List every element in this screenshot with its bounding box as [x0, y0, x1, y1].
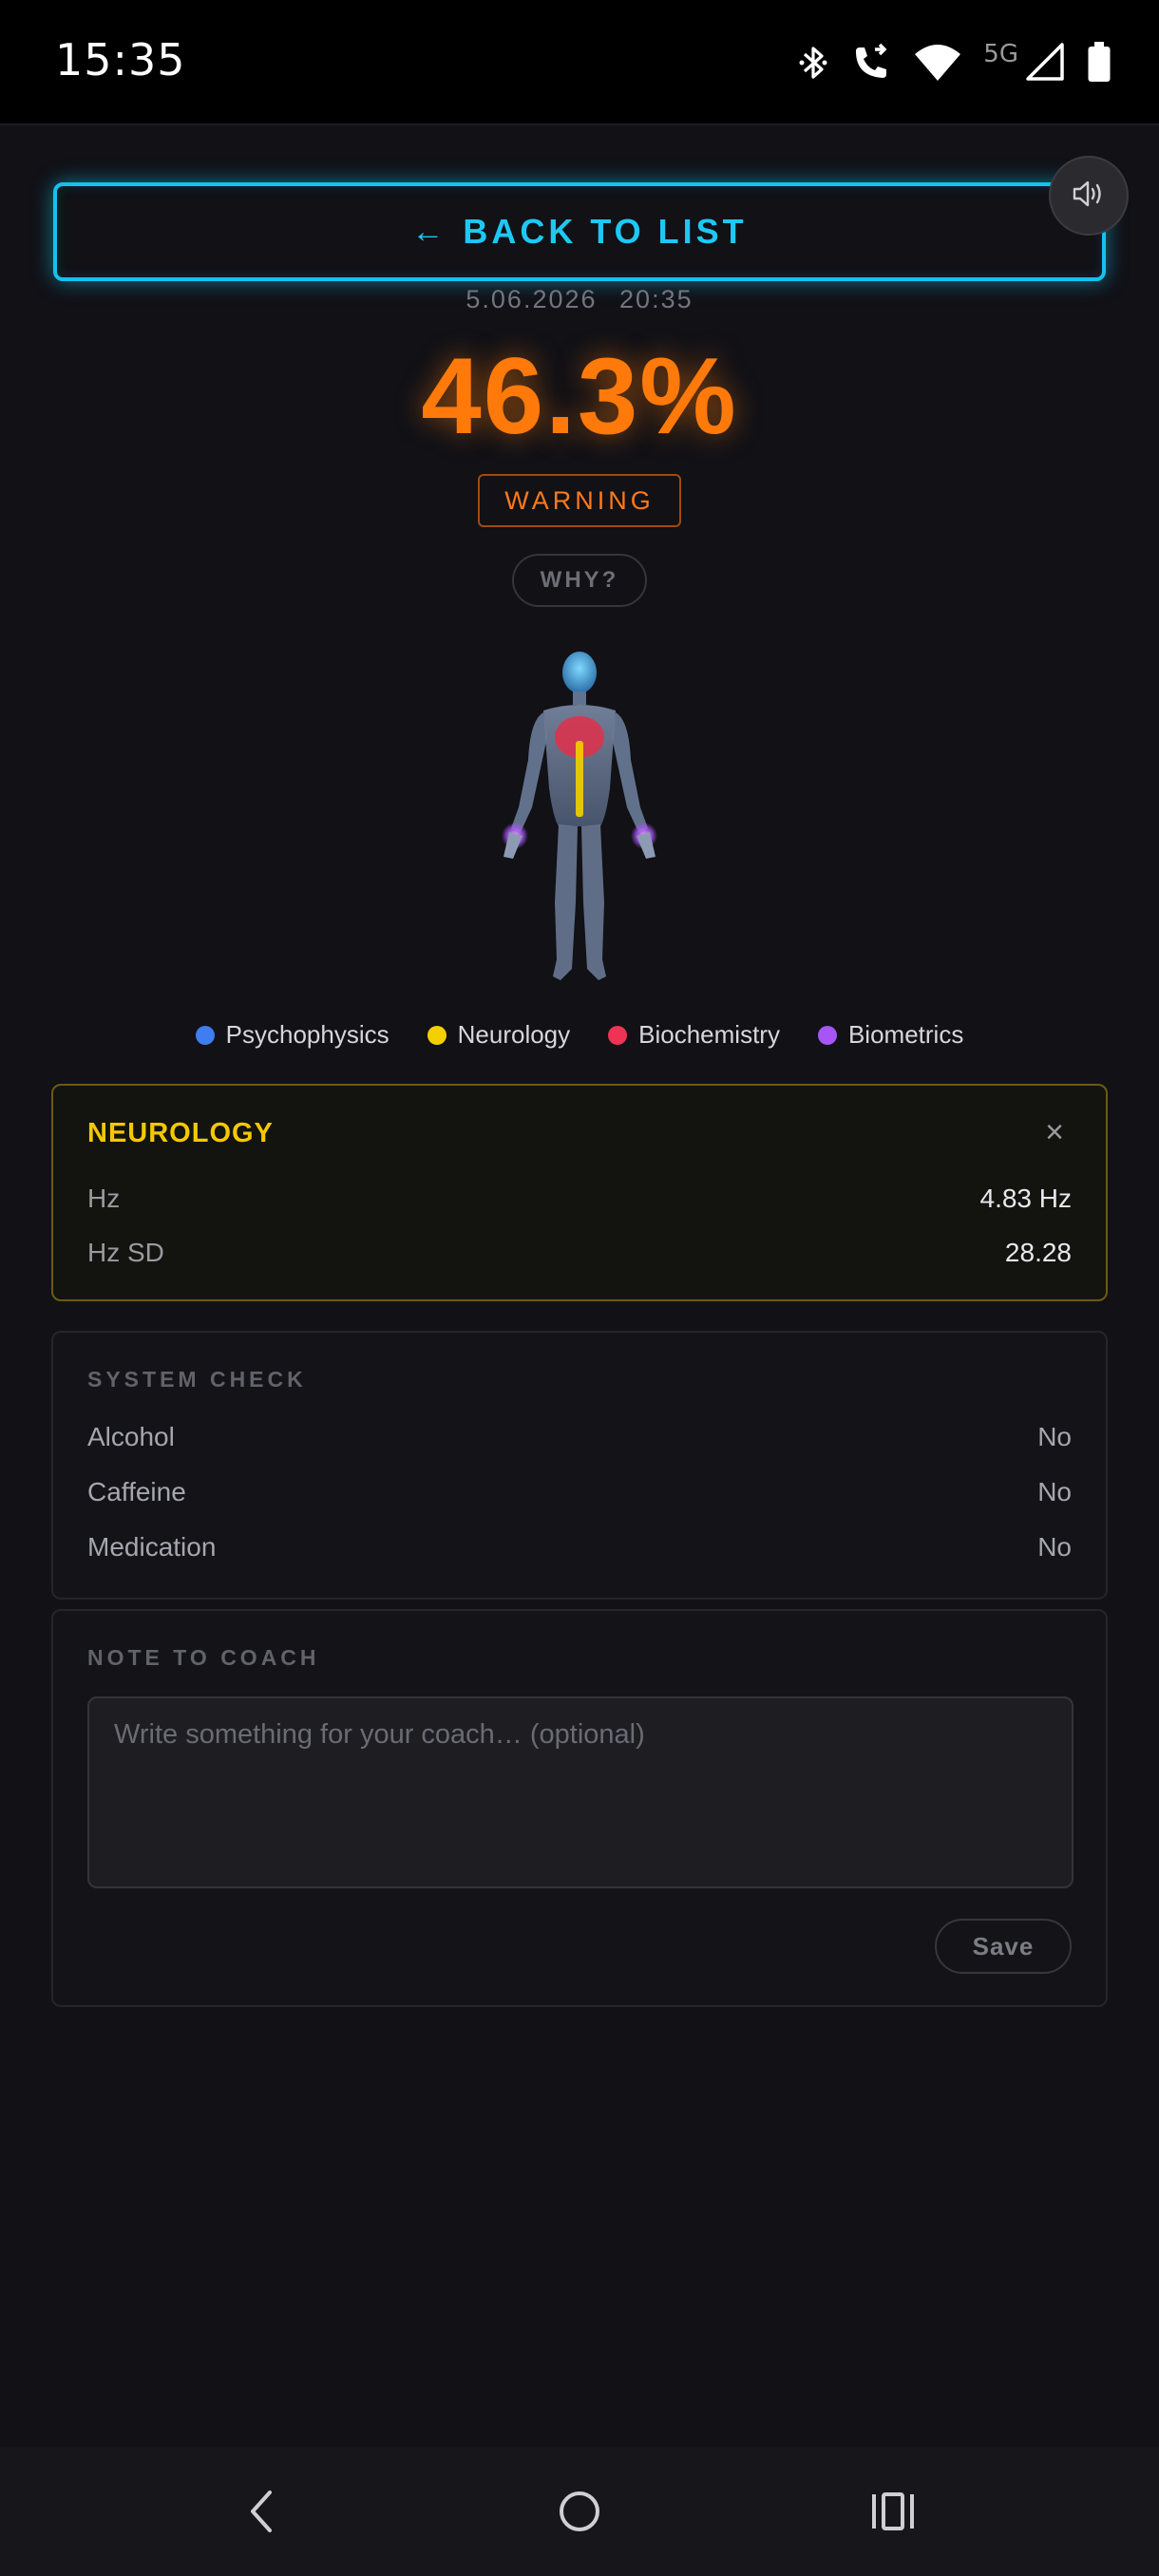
note-to-coach-input[interactable]	[87, 1696, 1074, 1888]
wifi-calling-icon	[850, 42, 892, 84]
back-nav-icon[interactable]	[234, 2483, 291, 2540]
sound-toggle-button[interactable]	[1049, 156, 1129, 236]
status-time: 15:35	[55, 34, 186, 85]
result-time: 20:35	[619, 285, 694, 313]
system-check-row-medication: Medication No	[87, 1532, 1072, 1563]
wifi-icon	[913, 43, 962, 83]
status-icons: 5G	[797, 36, 1112, 89]
cellular-signal-icon	[1026, 43, 1066, 83]
head-shape	[562, 652, 597, 693]
body-map-legend: Psychophysics Neurology Biochemistry Biomet…	[0, 1020, 1159, 1050]
spine-shape	[576, 741, 583, 817]
right-leg-shape	[581, 824, 606, 980]
result-score: 46.3%	[421, 336, 738, 457]
check-value: No	[1037, 1422, 1072, 1451]
system-check-row-caffeine: Caffeine No	[87, 1477, 1072, 1507]
note-to-coach-title: NOTE TO COACH	[87, 1645, 320, 1670]
legend-dot-icon	[608, 1025, 628, 1045]
metric-label: Hz SD	[87, 1238, 164, 1267]
bluetooth-icon	[797, 44, 829, 82]
check-value: No	[1037, 1477, 1072, 1506]
metric-value: 4.83 Hz	[979, 1184, 1073, 1213]
home-nav-icon[interactable]	[551, 2483, 608, 2540]
neurology-row-hz-sd: Hz SD 28.28	[87, 1238, 1072, 1268]
system-navigation-bar	[0, 2447, 1159, 2576]
result-date: 5.06.2026	[466, 285, 598, 313]
save-button[interactable]: Save	[935, 1919, 1072, 1974]
neurology-title: NEUROLOGY	[87, 1118, 274, 1148]
legend-item-biochemistry[interactable]: Biochemistry	[608, 1020, 780, 1050]
status-bar: 15:35 5G	[0, 0, 1159, 125]
check-value: No	[1037, 1532, 1072, 1562]
metric-value: 28.28	[1004, 1238, 1072, 1267]
right-arm-shape	[612, 712, 648, 832]
check-label: Alcohol	[87, 1422, 175, 1451]
neck-shape	[573, 691, 586, 705]
legend-dot-icon	[427, 1025, 446, 1045]
left-arm-shape	[511, 712, 547, 832]
system-check-row-alcohol: Alcohol No	[87, 1422, 1072, 1452]
back-to-list-button[interactable]: ← BACK TO LIST	[53, 182, 1106, 281]
legend-label: Psychophysics	[225, 1020, 390, 1049]
result-datetime: 5.06.2026 20:35	[0, 285, 1159, 314]
check-label: Medication	[87, 1532, 217, 1562]
legend-item-biometrics[interactable]: Biometrics	[817, 1020, 964, 1050]
note-to-coach-card: NOTE TO COACH Save	[51, 1609, 1108, 2007]
metric-label: Hz	[87, 1184, 121, 1213]
neurology-detail-card: NEUROLOGY × Hz 4.83 Hz Hz SD 28.28	[51, 1084, 1108, 1301]
legend-item-psychophysics[interactable]: Psychophysics	[195, 1020, 390, 1050]
arrow-left-icon: ←	[411, 213, 448, 250]
legend-label: Biometrics	[847, 1020, 964, 1049]
legend-dot-icon	[817, 1025, 837, 1045]
check-label: Caffeine	[87, 1477, 186, 1506]
system-check-card: SYSTEM CHECK Alcohol No Caffeine No Medi…	[51, 1331, 1108, 1600]
back-to-list-label: BACK TO LIST	[463, 212, 748, 251]
legend-item-neurology[interactable]: Neurology	[427, 1020, 571, 1050]
system-check-title: SYSTEM CHECK	[87, 1367, 307, 1392]
status-badge: WARNING	[478, 474, 681, 527]
close-icon[interactable]: ×	[1045, 1114, 1064, 1151]
legend-label: Neurology	[457, 1020, 571, 1049]
legend-label: Biochemistry	[638, 1020, 780, 1049]
left-leg-shape	[553, 824, 578, 980]
why-button[interactable]: WHY?	[512, 554, 647, 607]
neurology-row-hz: Hz 4.83 Hz	[87, 1184, 1072, 1214]
body-map-figure[interactable]	[484, 646, 674, 988]
speaker-icon	[1072, 180, 1106, 213]
legend-dot-icon	[195, 1025, 215, 1045]
battery-icon	[1087, 42, 1112, 84]
recents-nav-icon[interactable]	[864, 2483, 922, 2540]
network-type: 5G	[983, 40, 1018, 68]
